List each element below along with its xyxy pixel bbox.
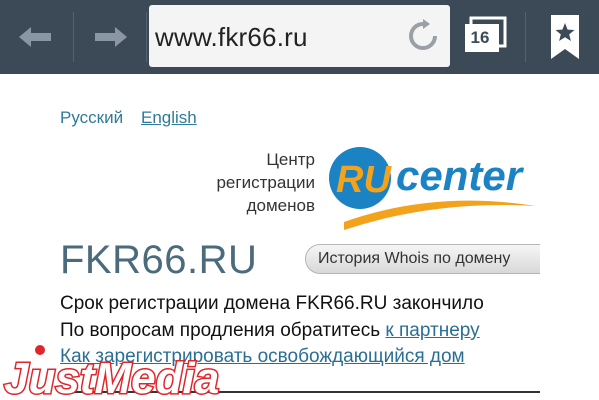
justmedia-watermark: JustMedia (3, 345, 221, 400)
language-link-english[interactable]: English (141, 108, 197, 128)
logo-center-text: center (396, 152, 525, 199)
toolbar-divider (146, 12, 147, 62)
whois-history-button[interactable]: История Whois по домену (305, 244, 555, 274)
arrow-left-icon (19, 27, 51, 47)
reload-icon[interactable] (406, 19, 440, 53)
toolbar-divider (73, 12, 74, 62)
logo-ru-text: RU (336, 159, 392, 201)
renewal-text: По вопросам продления обратитесь к партн… (60, 320, 480, 342)
renewal-text-prefix: По вопросам продления обратитесь (60, 320, 386, 341)
language-link-russian[interactable]: Русский (60, 108, 123, 128)
bookmark-star-icon (551, 15, 579, 59)
arrow-right-icon (95, 27, 127, 47)
partner-link[interactable]: к партнеру (385, 320, 479, 341)
center-caption-line: доменов (246, 196, 315, 215)
center-caption-line: Центр (266, 150, 315, 169)
url-text[interactable]: www.fkr66.ru (155, 22, 308, 53)
browser-toolbar: www.fkr66.ru 16 (0, 0, 599, 74)
registration-expired-text: Срок регистрации домена FKR66.RU закончи… (60, 293, 484, 314)
toolbar-divider (525, 12, 526, 62)
address-bar[interactable]: www.fkr66.ru (149, 5, 450, 67)
ru-center-logo[interactable]: RU center (324, 140, 539, 240)
page-right-margin (540, 80, 599, 400)
bookmark-button[interactable] (540, 0, 590, 74)
back-button[interactable] (0, 0, 70, 74)
watermark-text: JustMedia (4, 354, 219, 400)
domain-title: FKR66.RU (60, 238, 258, 282)
forward-button[interactable] (76, 0, 146, 74)
whois-history-label: История Whois по домену (318, 250, 511, 267)
center-caption-line: регистрации (216, 173, 315, 192)
tabs-button[interactable]: 16 (463, 16, 509, 56)
center-caption: Центр регистрации доменов (190, 148, 315, 217)
tab-count: 16 (470, 28, 490, 47)
